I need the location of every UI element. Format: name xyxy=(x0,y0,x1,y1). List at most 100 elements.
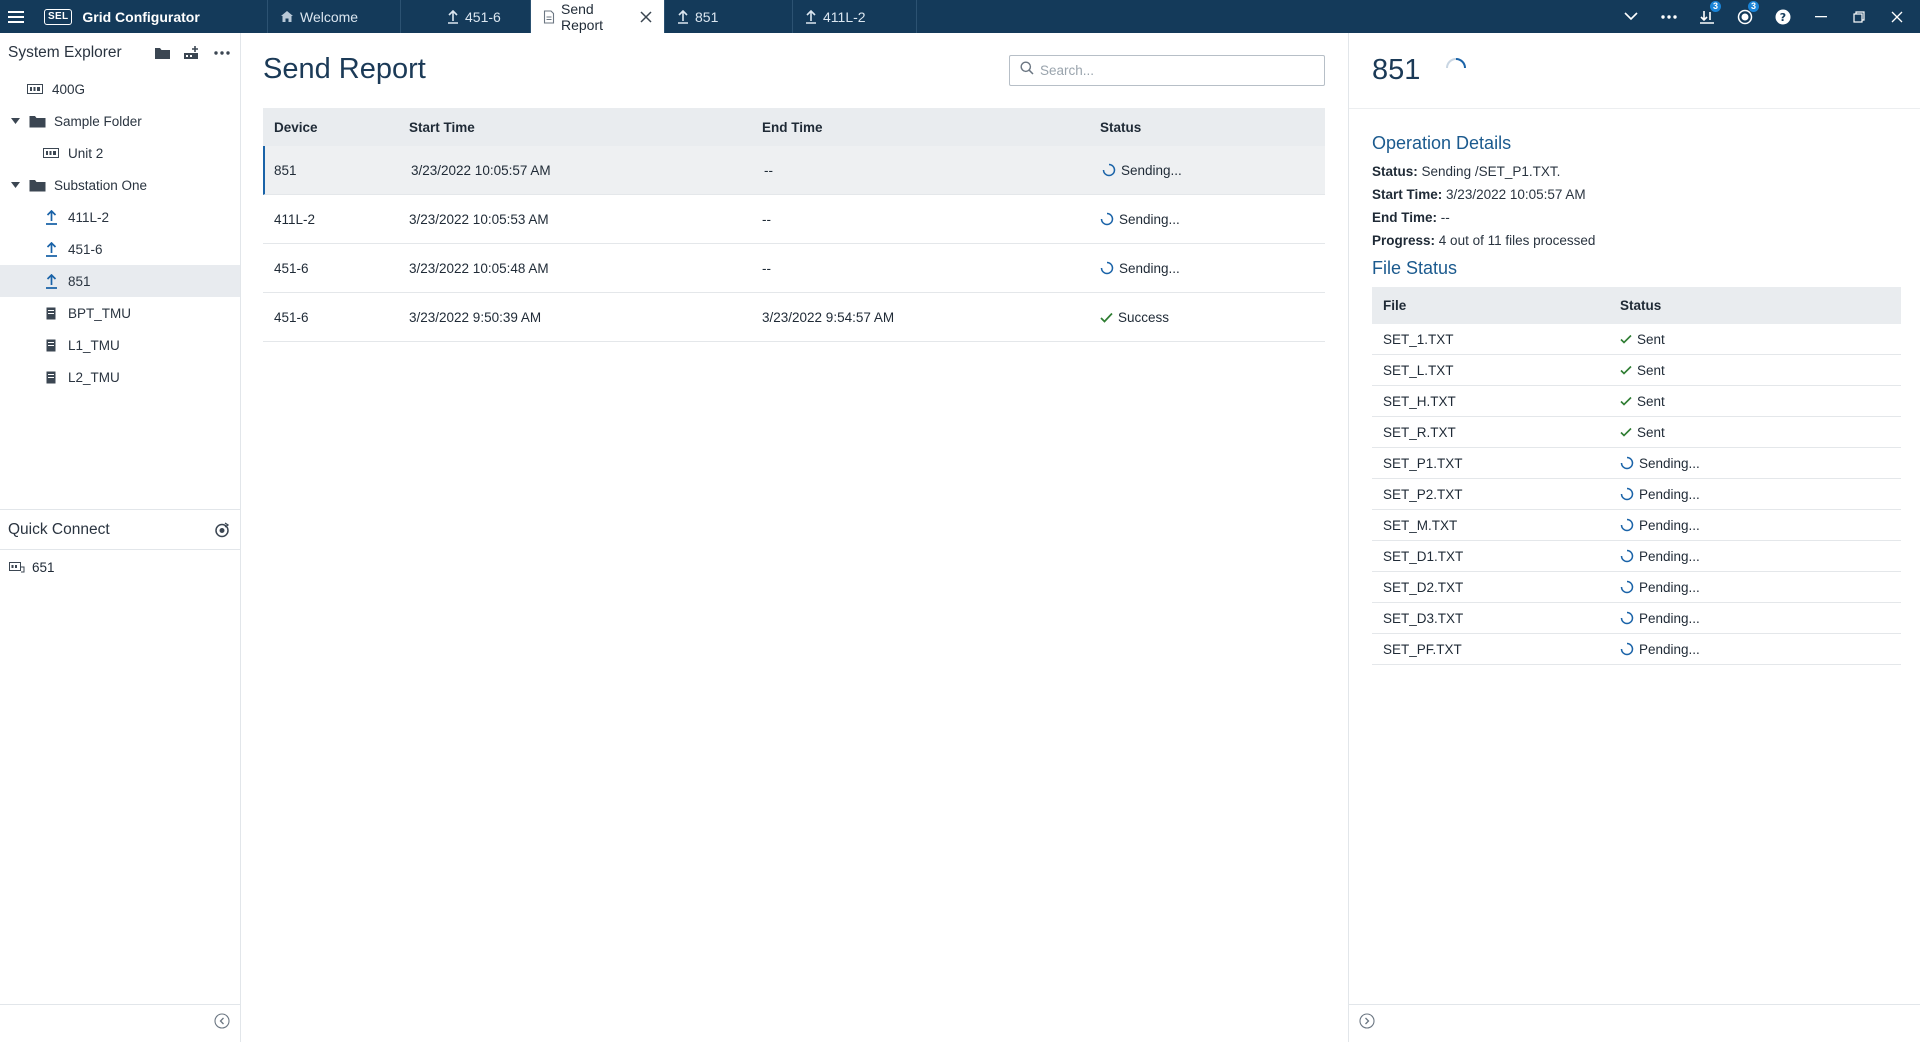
checkmark-icon xyxy=(1620,396,1632,406)
column-header-device[interactable]: Device xyxy=(263,120,398,135)
spinner-icon xyxy=(1100,212,1114,226)
folder-icon xyxy=(28,179,46,192)
system-explorer-header: System Explorer xyxy=(0,33,240,73)
file-row: SET_D3.TXT Pending... xyxy=(1372,603,1901,634)
checkmark-icon xyxy=(1100,312,1113,323)
tree-item-l1-tmu[interactable]: L1_TMU xyxy=(0,329,240,361)
tree-item-bpt-tmu[interactable]: BPT_TMU xyxy=(0,297,240,329)
collapse-left-icon[interactable] xyxy=(214,1013,230,1034)
tab-851[interactable]: 851 xyxy=(665,0,793,33)
tree-item-substation-one[interactable]: Substation One xyxy=(0,169,240,201)
search-input[interactable] xyxy=(1040,63,1310,78)
status-text: Sending... xyxy=(1119,260,1180,276)
file-row: SET_M.TXT Pending... xyxy=(1372,510,1901,541)
detail-status-label: Status: xyxy=(1372,164,1418,179)
transfers-icon[interactable]: 3 xyxy=(1688,0,1726,33)
status-text: Sending... xyxy=(1639,455,1700,471)
cell-device: 451-6 xyxy=(274,309,309,325)
spinner-icon xyxy=(1102,163,1116,177)
tree-item-label: 451-6 xyxy=(68,241,103,257)
tab-451-6[interactable]: 451-6 xyxy=(401,0,531,33)
cell-status: Pending... xyxy=(1611,487,1901,502)
cell-file: SET_1.TXT xyxy=(1383,331,1454,347)
notifications-icon[interactable]: 3 xyxy=(1726,0,1764,33)
new-folder-icon[interactable] xyxy=(152,43,172,63)
app-name: Grid Configurator xyxy=(82,8,200,25)
tab-label: Send Report xyxy=(561,0,604,33)
checkmark-icon xyxy=(1620,427,1632,437)
tree-item-label: L1_TMU xyxy=(68,337,120,353)
caret-down-icon[interactable] xyxy=(8,118,22,124)
send-report-table: Device Start Time End Time Status 851 3/… xyxy=(263,108,1325,342)
cell-status: Sent xyxy=(1611,394,1901,409)
tab-welcome[interactable]: Welcome xyxy=(268,0,401,33)
tree-item-label: L2_TMU xyxy=(68,369,120,385)
cell-end-time: -- xyxy=(764,162,773,178)
tree-item-451-6[interactable]: 451-6 xyxy=(0,233,240,265)
column-header-file[interactable]: File xyxy=(1372,298,1611,313)
detail-progress-label: Progress: xyxy=(1372,233,1436,248)
cell-device: 411L-2 xyxy=(274,211,316,227)
file-row: SET_R.TXT Sent xyxy=(1372,417,1901,448)
help-icon[interactable]: ? xyxy=(1764,0,1802,33)
search-icon xyxy=(1020,61,1034,80)
detail-progress: Progress: 4 out of 11 files processed xyxy=(1349,229,1920,252)
tree-item-l2-tmu[interactable]: L2_TMU xyxy=(0,361,240,393)
upload-icon xyxy=(42,273,60,289)
window-close-icon[interactable] xyxy=(1878,0,1916,33)
cell-status: Pending... xyxy=(1611,580,1901,595)
detail-title: 851 xyxy=(1372,54,1421,86)
tree-item-label: BPT_TMU xyxy=(68,305,132,321)
status-text: Pending... xyxy=(1639,517,1700,533)
quick-connect-refresh-icon[interactable] xyxy=(212,520,232,540)
tree-item-851[interactable]: 851 xyxy=(0,265,240,297)
status-text: Sent xyxy=(1637,393,1665,409)
table-row[interactable]: 451-6 3/23/2022 10:05:48 AM -- Sending..… xyxy=(263,244,1325,293)
file-row: SET_PF.TXT Pending... xyxy=(1372,634,1901,665)
add-device-icon[interactable] xyxy=(182,43,202,63)
tree-item-400g[interactable]: 400G xyxy=(0,73,240,105)
tab-411l-2[interactable]: 411L-2 xyxy=(793,0,917,33)
quick-connect-item-651[interactable]: 651 xyxy=(0,550,240,584)
cell-file: SET_M.TXT xyxy=(1383,517,1458,533)
device-icon xyxy=(42,148,60,158)
more-options-icon[interactable] xyxy=(212,43,232,63)
file-row: SET_L.TXT Sent xyxy=(1372,355,1901,386)
tab-send-report[interactable]: Send Report xyxy=(531,0,665,33)
minimize-icon[interactable] xyxy=(1802,0,1840,33)
cell-end-time: -- xyxy=(762,260,771,276)
table-row[interactable]: 411L-2 3/23/2022 10:05:53 AM -- Sending.… xyxy=(263,195,1325,244)
tabs-dropdown-chevron-icon[interactable] xyxy=(1612,0,1650,33)
cell-status: Pending... xyxy=(1611,549,1901,564)
column-header-start-time[interactable]: Start Time xyxy=(398,120,751,135)
tab-label: 851 xyxy=(695,8,719,25)
caret-down-icon[interactable] xyxy=(8,182,22,188)
column-header-status[interactable]: Status xyxy=(1089,120,1325,135)
tree-item-411l-2[interactable]: 411L-2 xyxy=(0,201,240,233)
hamburger-menu-icon[interactable] xyxy=(0,0,32,33)
tree-item-unit-2[interactable]: Unit 2 xyxy=(0,137,240,169)
search-box[interactable] xyxy=(1009,55,1325,86)
system-explorer-title: System Explorer xyxy=(8,44,122,61)
more-options-icon[interactable] xyxy=(1650,0,1688,33)
column-header-status[interactable]: Status xyxy=(1611,298,1901,313)
system-explorer-panel: System Explorer 400G Sample Folder Unit … xyxy=(0,33,241,1042)
cell-start-time: 3/23/2022 9:50:39 AM xyxy=(409,309,542,325)
table-row[interactable]: 851 3/23/2022 10:05:57 AM -- Sending... xyxy=(263,146,1325,195)
close-icon[interactable] xyxy=(640,10,652,23)
tmu-device-icon xyxy=(42,307,60,320)
folder-icon xyxy=(28,115,46,128)
spinner-icon xyxy=(1620,456,1634,470)
quick-connect-section: Quick Connect 651 xyxy=(0,509,240,584)
sel-logo: SEL xyxy=(44,8,73,25)
table-row[interactable]: 451-6 3/23/2022 9:50:39 AM 3/23/2022 9:5… xyxy=(263,293,1325,342)
cell-file: SET_D1.TXT xyxy=(1383,548,1464,564)
cell-status: Sent xyxy=(1611,425,1901,440)
restore-icon[interactable] xyxy=(1840,0,1878,33)
column-header-end-time[interactable]: End Time xyxy=(751,120,1089,135)
file-row: SET_D2.TXT Pending... xyxy=(1372,572,1901,603)
pending-icon xyxy=(1620,487,1634,501)
collapse-right-icon[interactable] xyxy=(1359,1013,1375,1034)
pending-icon xyxy=(1620,518,1634,532)
tree-item-sample-folder[interactable]: Sample Folder xyxy=(0,105,240,137)
